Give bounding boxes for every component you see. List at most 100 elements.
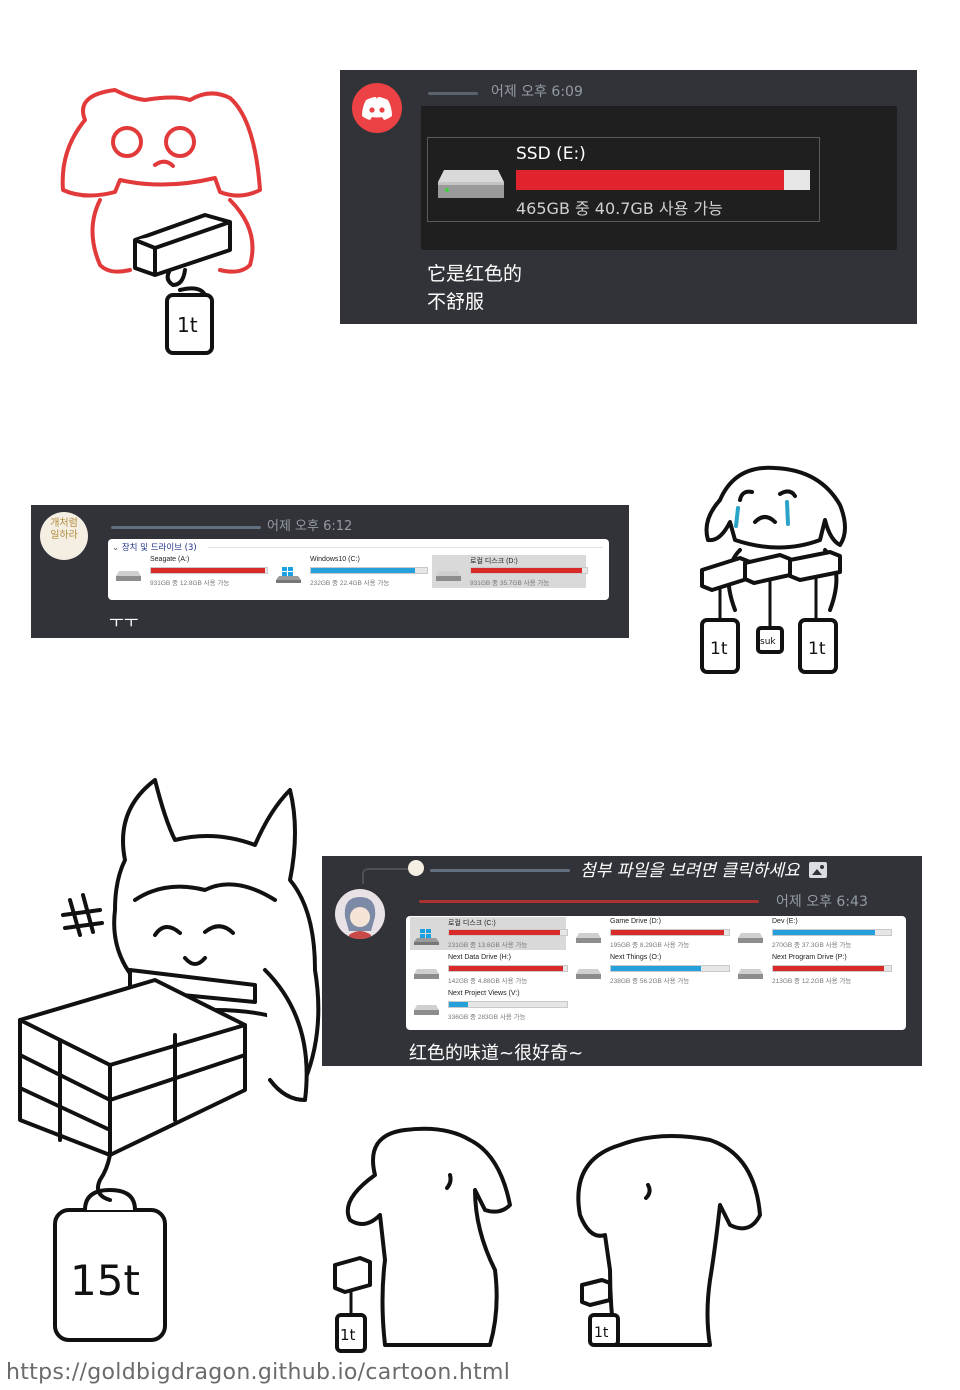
drive-usage-bar [150, 567, 268, 574]
drive-tile[interactable]: Next Things (O:) 238GB 중 56.2GB 사용 가능 [572, 953, 730, 986]
hdd-icon [576, 965, 601, 979]
section-divider [208, 547, 603, 548]
discord-message-panel-3: 첨부 파일을 보려면 클릭하세요 어제 오후 6:43 로컬 디스크 (C:) 2… [322, 856, 922, 1066]
reply-preview[interactable]: 첨부 파일을 보려면 클릭하세요 [580, 856, 827, 881]
drive-usage-bar [772, 965, 892, 972]
drive-capacity: 931GB 중 12.8GB 사용 가능 [150, 580, 230, 587]
source-url[interactable]: https://goldbigdragon.github.io/cartoon.… [6, 1360, 510, 1385]
drive-usage-bar [448, 929, 568, 936]
drive-usage-bar [772, 929, 892, 936]
drive-tile[interactable]: Next Project Views (V:) 336GB 중 283GB 사용 … [410, 989, 568, 1022]
drive-capacity: 931GB 중 35.7GB 사용 가능 [470, 580, 550, 587]
weight-label: 1t [177, 313, 198, 337]
reply-connector [362, 868, 408, 884]
hdd-icon [116, 567, 141, 581]
crying-dog-sketch: 1t suk 1t [680, 460, 860, 690]
drive-tile[interactable]: SSD (E:) 465GB 중 40.7GB 사용 가능 [427, 137, 820, 222]
drive-tile[interactable]: Game Drive (D:) 195GB 중 8.29GB 사용 가능 [572, 917, 730, 950]
username-blurred [111, 526, 261, 529]
hdd-icon [414, 1001, 439, 1015]
drive-usage-fill [449, 1002, 468, 1007]
drive-usage-bar [448, 1001, 568, 1008]
drive-usage-fill [311, 568, 416, 573]
dog-back-sketch-left: 1t [325, 1120, 525, 1360]
hdd-icon [414, 965, 439, 979]
drive-tile[interactable]: Dev (E:) 270GB 중 37.3GB 사용 가능 [734, 917, 892, 950]
message-text: 红色的味道~很好奇~ [409, 1043, 584, 1064]
message-timestamp: 어제 오후 6:12 [267, 519, 353, 534]
hdd-icon [738, 965, 763, 979]
drive-capacity: 142GB 중 4.88GB 사용 가능 [448, 978, 528, 985]
drive-usage-bar [470, 567, 588, 574]
discord-mascot-sketch: 1t [55, 80, 275, 360]
weight-label: 1t [594, 1325, 609, 1341]
drive-usage-fill [471, 568, 583, 573]
ssd-drive-icon [438, 170, 504, 198]
drive-tile[interactable]: Seagate (A:) 931GB 중 12.8GB 사용 가능 [112, 555, 268, 588]
hdd-icon [436, 567, 461, 581]
drive-usage-fill [151, 568, 266, 573]
drive-usage-fill [611, 930, 725, 935]
drive-name: Windows10 (C:) [310, 556, 360, 563]
drive-capacity: 195GB 중 8.29GB 사용 가능 [610, 942, 690, 949]
user-avatar[interactable] [335, 889, 385, 939]
drive-name: 로컬 디스크 (C:) [448, 920, 496, 927]
section-header: ⌄ 장치 및 드라이브 (3) [112, 543, 197, 553]
drive-tile[interactable]: Next Program Drive (P:) 213GB 중 12.2GB 사용… [734, 953, 892, 986]
attachment-frame[interactable]: SSD (E:) 465GB 중 40.7GB 사용 가능 [421, 106, 897, 250]
drive-name: SSD (E:) [516, 144, 586, 164]
message-text-line-2: 不舒服 [427, 291, 485, 313]
user-avatar[interactable]: 개처럼 일하라 [40, 512, 88, 560]
file-explorer-screenshot[interactable]: 로컬 디스크 (C:) 231GB 중 13.6GB 사용 가능 Game Driv… [406, 916, 906, 1030]
discord-message-panel-2: 개처럼 일하라 어제 오후 6:12 ⌄ 장치 및 드라이브 (3) Seaga… [31, 505, 629, 638]
reply-avatar [408, 860, 424, 876]
drive-usage-bar [448, 965, 568, 972]
avatar-book-title: 개처럼 일하라 [50, 518, 78, 541]
drive-usage-bar [610, 965, 730, 972]
windows-drive-icon [414, 929, 439, 945]
weight-label-left: 1t [710, 639, 728, 659]
drive-capacity: 232GB 중 22.4GB 사용 가능 [310, 580, 390, 587]
fox-girl-sketch: 15t [15, 770, 335, 1350]
dog-back-sketch-right: 1t [560, 1120, 770, 1360]
drive-capacity: 465GB 중 40.7GB 사용 가능 [516, 199, 723, 218]
message-timestamp: 어제 오후 6:09 [491, 84, 583, 100]
drive-tile[interactable]: Next Data Drive (H:) 142GB 중 4.88GB 사용 가능 [410, 953, 568, 986]
drive-tile[interactable]: 로컬 디스크 (D:) 931GB 중 35.7GB 사용 가능 [432, 555, 588, 588]
drive-name: Next Project Views (V:) [448, 990, 520, 997]
weight-label-large: 15t [70, 1256, 140, 1305]
drive-name: Game Drive (D:) [610, 918, 661, 925]
drive-capacity: 270GB 중 37.3GB 사용 가능 [772, 942, 852, 949]
hdd-icon [576, 929, 601, 943]
drive-capacity: 231GB 중 13.6GB 사용 가능 [448, 942, 528, 949]
discord-logo-icon [362, 97, 392, 120]
message-text: ㅜㅜ [109, 612, 139, 631]
drive-usage-bar [516, 170, 810, 190]
drive-usage-fill [449, 930, 560, 935]
image-icon [808, 862, 827, 878]
anime-avatar-icon [344, 897, 376, 939]
drive-usage-bar [610, 929, 730, 936]
drive-tile[interactable]: 로컬 디스크 (C:) 231GB 중 13.6GB 사용 가능 [410, 917, 568, 950]
message-text-line-1: 它是红色的 [427, 263, 523, 285]
drive-usage-bar [310, 567, 428, 574]
discord-avatar[interactable] [352, 83, 402, 133]
chevron-down-icon[interactable]: ⌄ [112, 543, 119, 553]
drive-name: Dev (E:) [772, 918, 798, 925]
file-explorer-screenshot[interactable]: ⌄ 장치 및 드라이브 (3) Seagate (A:) 931GB 중 12.8… [108, 539, 609, 600]
drive-usage-fill [449, 966, 563, 971]
drive-tile[interactable]: Windows10 (C:) 232GB 중 22.4GB 사용 가능 [272, 555, 428, 588]
discord-message-panel-1: 어제 오후 6:09 SSD (E:) 465GB 중 40.7GB 사용 가능… [340, 70, 917, 324]
username-blurred [419, 900, 759, 903]
hdd-icon [738, 929, 763, 943]
drive-capacity: 213GB 중 12.2GB 사용 가능 [772, 978, 852, 985]
weight-label-middle: suk [760, 637, 776, 647]
drive-name: Next Things (O:) [610, 954, 662, 961]
drive-name: Seagate (A:) [150, 556, 190, 563]
drive-capacity: 238GB 중 56.2GB 사용 가능 [610, 978, 690, 985]
username-blurred [428, 92, 478, 95]
message-timestamp: 어제 오후 6:43 [776, 894, 868, 910]
drive-usage-fill [773, 930, 875, 935]
weight-label-right: 1t [808, 639, 826, 659]
drive-usage-fill [773, 966, 885, 971]
